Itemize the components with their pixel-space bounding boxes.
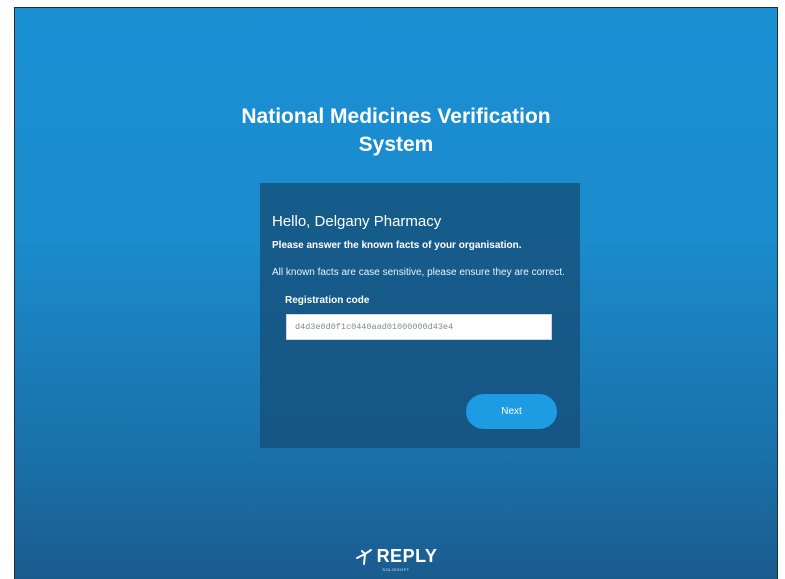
- reply-logo-icon: [355, 548, 372, 565]
- instruction-text: Please answer the known facts of your or…: [272, 240, 522, 251]
- page-title: National Medicines Verification System: [15, 103, 777, 159]
- app-window: National Medicines Verification System H…: [14, 7, 778, 579]
- registration-code-label: Registration code: [285, 295, 370, 306]
- brand-subtitle: SOLIDSOFT: [382, 567, 410, 572]
- case-sensitivity-note: All known facts are case sensitive, plea…: [272, 267, 565, 278]
- brand-name: REPLY: [376, 546, 438, 566]
- page-title-line2: System: [358, 133, 434, 156]
- registration-code-input[interactable]: [286, 314, 552, 340]
- registration-card: Hello, Delgany Pharmacy Please answer th…: [260, 183, 580, 448]
- page-title-line1: National Medicines Verification: [241, 105, 551, 128]
- footer: REPLY SOLIDSOFT: [15, 546, 777, 572]
- brand-logo: REPLY: [355, 546, 438, 567]
- next-button[interactable]: Next: [466, 394, 557, 429]
- greeting-text: Hello, Delgany Pharmacy: [272, 213, 442, 230]
